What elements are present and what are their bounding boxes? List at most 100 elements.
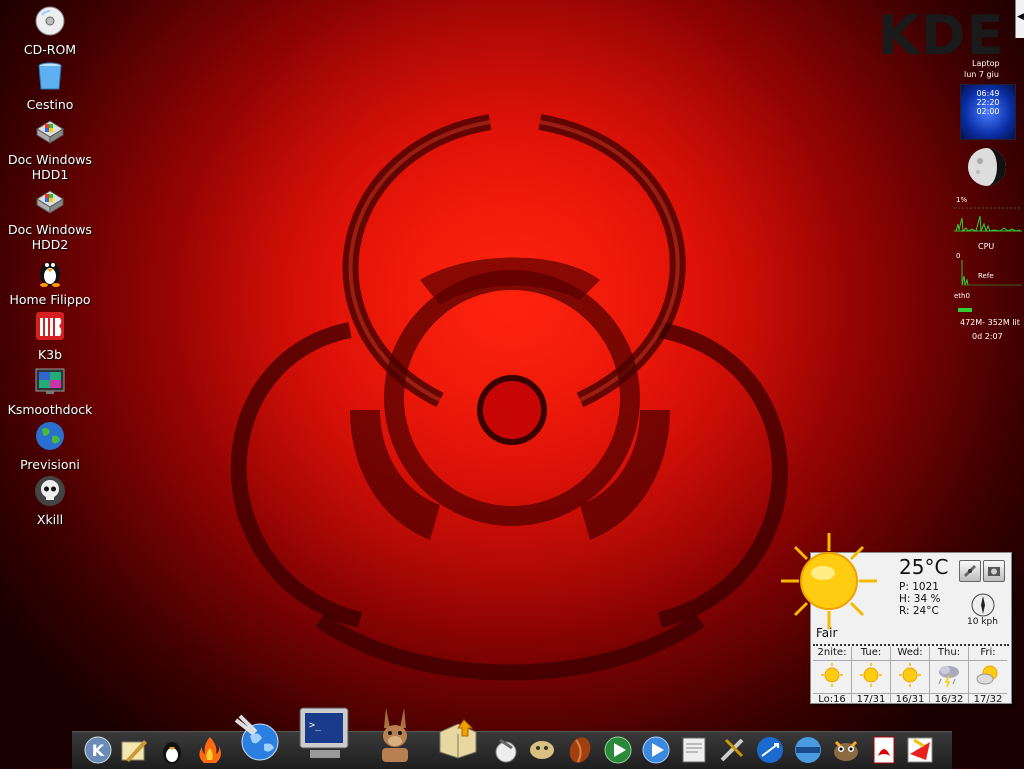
forecast-day: 2nite: Lo:16 [813,647,852,705]
net-iface-label: eth0 [954,292,970,300]
temperature: 25°C [899,555,949,579]
moon-phase-icon [968,148,1006,186]
desktop-icon-label: Previsioni [20,457,80,472]
desktop-icon-label: K3b [37,347,63,362]
tux-icon[interactable] [156,734,188,766]
skull-icon [35,476,65,506]
cleaner-icon[interactable] [490,734,522,766]
panel-handle[interactable]: ◀ [1015,0,1024,38]
clock-line: 06:49 [976,89,1000,98]
network-graph [961,260,1022,286]
network-icon[interactable] [754,734,786,766]
gimp-icon[interactable] [830,734,862,766]
desktop-icon-cdrom[interactable]: CD-ROM [0,5,100,57]
humidity: H: 34 % [899,593,941,605]
cd-icon [35,6,65,36]
forecast-day: Thu: 16/32 [930,647,969,705]
hdd-icon [36,120,64,144]
clock-line: 02:00 [976,107,1000,116]
forecast-temps: 17/32 [969,693,1007,707]
cpu-label: CPU [978,242,995,251]
desktop-icon-previsioni[interactable]: Previsioni [0,420,100,472]
cpu-percent: 1% [956,196,968,204]
sun-icon [899,663,921,687]
weather-widget: 25°C P: 1021 H: 34 % R: 24°C 10 kph Fair… [781,533,1012,705]
desktop-icon-label: CD-ROM [23,42,77,57]
globe-icon [36,422,64,450]
firewall-icon[interactable] [194,734,226,766]
uptime-label: 0d 2:07 [972,332,1003,341]
tools-icon[interactable] [716,734,748,766]
forecast-day-name: Tue: [852,647,890,661]
memory-label: 472M- 352M lit [960,318,1020,327]
sun-icon [821,663,843,687]
arrow-left-icon: ◀ [1017,12,1024,22]
desktop-icon-label: Cestino [26,97,74,112]
sun-icon [860,663,882,687]
konqueror-icon[interactable] [232,712,286,766]
forecast-row: 2nite: Lo:16 Tue: 17/31 Wed: 16/31 Thu: … [811,647,1011,705]
printer-icon[interactable] [678,734,710,766]
forecast-day-name: 2nite: [813,647,851,661]
desktop-icon-label: Xkill [36,512,64,527]
forecast-day-name: Fri: [969,647,1007,661]
cpu-graph [954,207,1022,232]
weather-map-button[interactable] [959,560,981,582]
forecast-temps: 16/31 [891,693,929,707]
svg-text:>_: >_ [309,720,322,731]
svg-text:K: K [92,741,105,760]
tux-icon [40,262,60,287]
partly-sunny-icon [976,665,998,685]
net-refe-label: Refe [978,272,994,280]
forecast-day-name: Thu: [930,647,968,661]
package-icon[interactable] [434,716,482,760]
browser-icon[interactable] [792,734,824,766]
forecast-day: Wed: 16/31 [891,647,930,705]
amule-icon[interactable] [370,706,420,764]
camera-icon [988,567,1000,576]
desktop-icon-ksmoothdock[interactable]: Ksmoothdock [0,365,100,417]
trash-icon [38,62,62,90]
kde-logo: KDE [878,4,1005,67]
net-activity-bar [958,308,972,312]
weather-condition: Fair [816,626,838,640]
date-label: lun 7 giu [964,70,999,79]
forecast-day: Fri: 17/32 [969,647,1007,705]
divider [813,644,1009,646]
k3b-icon [36,312,64,340]
desktop-icon-hdd2[interactable]: Doc Windows HDD2 [0,185,100,252]
monitor-icon [35,368,65,394]
laptop-label: Laptop [972,59,1000,68]
desktop-icon-label: Ksmoothdock [7,402,93,417]
desktop-icon-k3b[interactable]: K3b [0,310,100,362]
wind-compass-icon [971,593,995,617]
weather-report-button[interactable] [983,560,1005,582]
sun-icon [781,533,877,629]
pdf-icon[interactable] [868,734,900,766]
forecast-temps: Lo:16 [813,693,851,707]
pressure: P: 1021 [899,581,939,593]
realfeel: R: 24°C [899,605,939,617]
messenger-icon[interactable] [526,734,558,766]
kword-icon[interactable] [904,734,936,766]
forecast-temps: 16/32 [930,693,968,707]
satellite-icon [964,565,976,577]
media-player-icon[interactable] [602,734,634,766]
desktop-icon-xkill[interactable]: Xkill [0,475,100,527]
terminal-icon[interactable]: >_ [296,704,354,764]
clock-line: 22:20 [976,98,1000,107]
desktop-icon-label: Doc Windows HDD1 [8,152,92,182]
desktop-icon-trash[interactable]: Cestino [0,60,100,112]
desktop-icon-label: Doc Windows HDD2 [8,222,92,252]
world-clock[interactable]: 06:49 22:20 02:00 [960,84,1016,140]
coffee-icon[interactable] [564,734,596,766]
wind-speed: 10 kph [967,617,998,627]
text-editor-icon[interactable] [118,734,150,766]
kde-menu-icon[interactable]: K [82,734,114,766]
desktop-icon-hdd1[interactable]: Doc Windows HDD1 [0,115,100,182]
video-player-icon[interactable] [640,734,672,766]
hdd-icon [36,190,64,214]
forecast-day-name: Wed: [891,647,929,661]
forecast-temps: 17/31 [852,693,890,707]
desktop-icon-home[interactable]: Home Filippo [0,255,100,307]
